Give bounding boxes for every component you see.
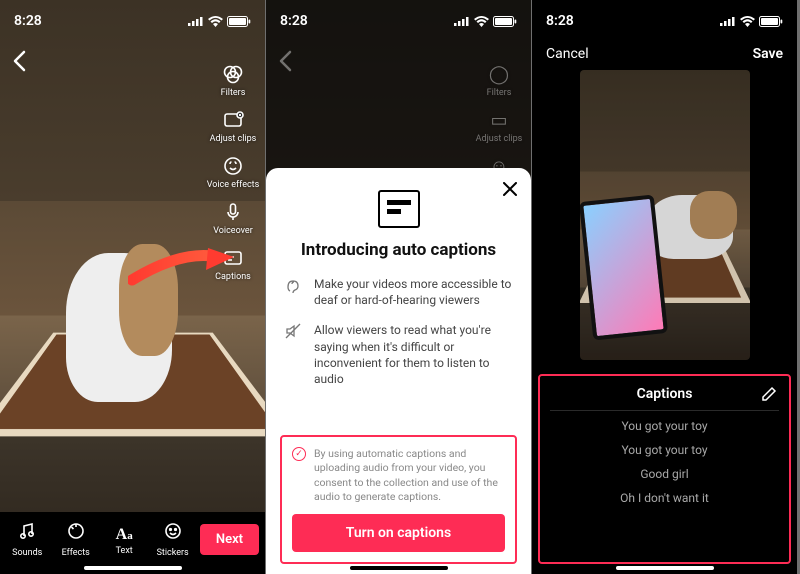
wifi-icon (474, 13, 489, 29)
callout-arrow (128, 248, 236, 296)
bottom-label: Stickers (157, 548, 189, 558)
sounds-button[interactable]: Sounds (6, 521, 48, 558)
status-time: 8:28 (14, 13, 42, 29)
home-indicator (350, 566, 448, 570)
turn-on-label: Turn on captions (346, 525, 451, 541)
phone-screen-captions: 8:28 Cancel Save Captions You got your t… (532, 0, 797, 574)
captions-panel: Captions You got your toy You got your t… (538, 374, 791, 564)
save-button[interactable]: Save (753, 46, 783, 62)
battery-icon (493, 13, 517, 29)
stickers-icon (163, 521, 183, 546)
wifi-icon (208, 13, 223, 29)
status-time: 8:28 (546, 13, 574, 29)
effects-icon (66, 521, 86, 546)
signal-icon (454, 13, 470, 29)
edit-captions-button[interactable] (761, 386, 777, 406)
back-button[interactable] (12, 50, 28, 78)
adjust-clips-button[interactable]: Adjust clips (205, 106, 261, 144)
home-indicator (616, 566, 714, 570)
status-time: 8:28 (280, 13, 308, 29)
modal-point: Make your videos more accessible to deaf… (284, 276, 513, 308)
adjust-clips-icon (219, 106, 247, 134)
bottom-label: Effects (62, 548, 90, 558)
video-preview-small[interactable] (580, 70, 750, 360)
modal-point-text: Make your videos more accessible to deaf… (314, 276, 513, 308)
effects-button[interactable]: Effects (54, 521, 96, 558)
modal-title: Introducing auto captions (280, 240, 517, 260)
modal-point-text: Allow viewers to read what you're saying… (314, 322, 513, 387)
voice-effects-icon (219, 152, 247, 180)
status-bar: 8:28 (266, 0, 531, 36)
close-button[interactable] (503, 180, 517, 201)
turn-on-captions-button[interactable]: Turn on captions (292, 514, 505, 552)
bottom-label: Sounds (12, 548, 42, 558)
caption-line[interactable]: Oh I don't want it (620, 491, 709, 505)
no-audio-icon (284, 322, 304, 387)
auto-captions-modal: Introducing auto captions Make your vide… (266, 168, 531, 574)
caption-line[interactable]: Good girl (640, 467, 688, 481)
text-button[interactable]: Aa Text (103, 523, 145, 556)
caption-line[interactable]: You got your toy (621, 419, 707, 433)
voice-effects-button[interactable]: Voice effects (205, 152, 261, 190)
consent-row[interactable]: ✓ By using automatic captions and upload… (292, 447, 505, 504)
tool-label: Adjust clips (210, 134, 257, 144)
status-bar: 8:28 (532, 0, 797, 36)
stickers-button[interactable]: Stickers (151, 521, 193, 558)
next-button[interactable]: Next (200, 524, 259, 555)
voiceover-icon (219, 198, 247, 226)
battery-icon (759, 13, 783, 29)
captions-panel-header: Captions (550, 386, 779, 411)
status-icons (454, 13, 517, 29)
filters-button[interactable]: Filters (205, 60, 261, 98)
status-bar: 8:28 (0, 0, 265, 36)
phone-screen-editor: 8:28 Filters Adjust clips Voice effects … (0, 0, 265, 574)
modal-points: Make your videos more accessible to deaf… (280, 276, 517, 387)
home-indicator (84, 566, 182, 570)
tool-label: Voiceover (213, 226, 253, 236)
modal-point: Allow viewers to read what you're saying… (284, 322, 513, 387)
bottom-toolbar: Sounds Effects Aa Text Stickers Next (0, 512, 265, 574)
wifi-icon (740, 13, 755, 29)
tool-label: Voice effects (207, 180, 260, 190)
consent-text: By using automatic captions and uploadin… (314, 447, 505, 504)
captions-illustration-icon (378, 190, 420, 228)
sounds-icon (17, 521, 37, 546)
signal-icon (720, 13, 736, 29)
captions-title: Captions (637, 386, 693, 402)
status-icons (720, 13, 783, 29)
status-icons (188, 13, 251, 29)
bottom-label: Text (116, 546, 133, 556)
held-phone-graphic (580, 194, 669, 340)
captions-list: You got your toy You got your toy Good g… (550, 419, 779, 505)
back-button[interactable] (278, 50, 294, 78)
signal-icon (188, 13, 204, 29)
filters-icon (219, 60, 247, 88)
battery-icon (227, 13, 251, 29)
phone-screen-modal: 8:28 ◯Filters ▭Adjust clips ☺Voice effec… (266, 0, 531, 574)
voiceover-button[interactable]: Voiceover (205, 198, 261, 236)
cancel-button[interactable]: Cancel (546, 46, 589, 62)
next-label: Next (216, 532, 243, 547)
consent-check-icon[interactable]: ✓ (292, 447, 306, 461)
tool-label: Filters (221, 88, 246, 98)
text-icon: Aa (116, 523, 133, 544)
captions-editor-header: Cancel Save (532, 38, 797, 70)
ear-icon (284, 276, 304, 308)
caption-line[interactable]: You got your toy (621, 443, 707, 457)
modal-bottom-highlight: ✓ By using automatic captions and upload… (280, 435, 517, 564)
